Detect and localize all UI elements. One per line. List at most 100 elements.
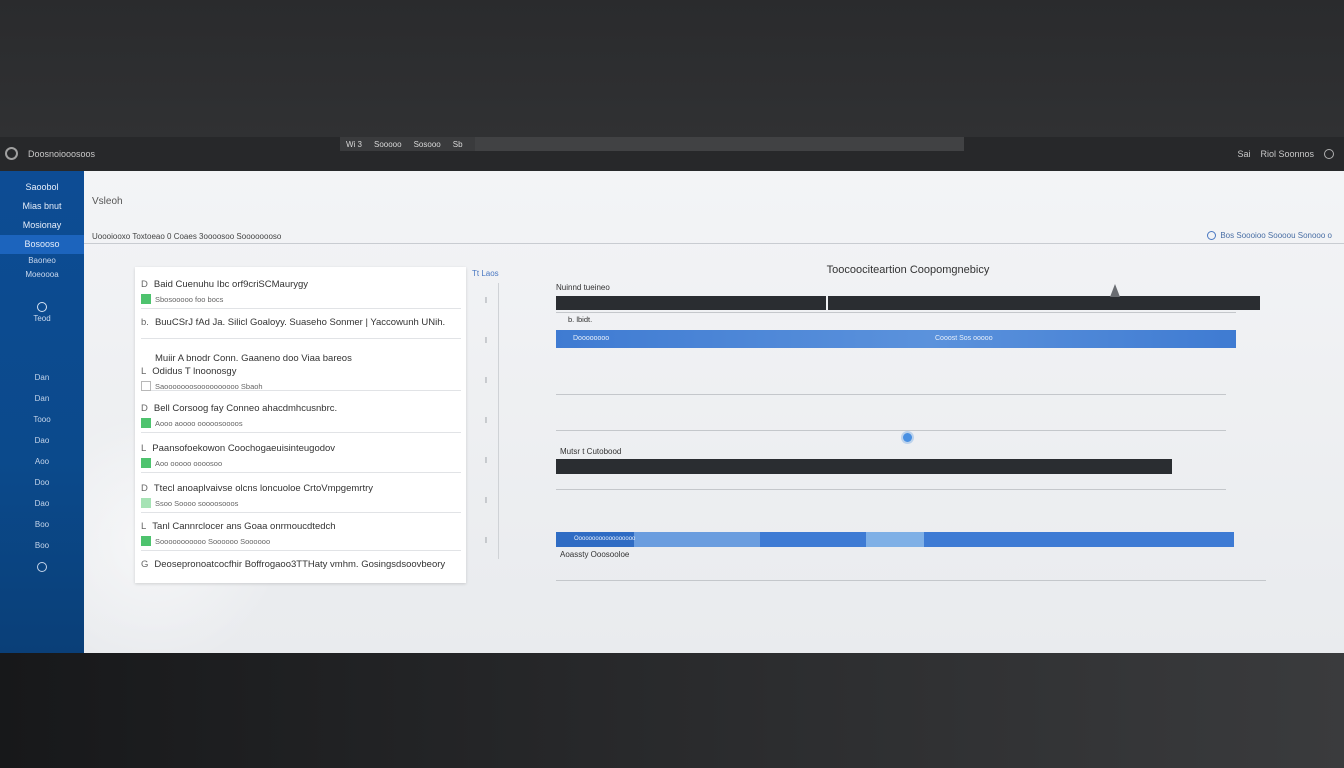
radio-icon[interactable] [1207, 231, 1217, 240]
row-glyph: D [141, 403, 148, 414]
tab-3[interactable]: Sosooo [414, 140, 441, 149]
sidebar-mini-list: Dan Dan Tooo Dao Aoo Doo Dao Boo Boo [0, 367, 84, 556]
sidebar-mini-item[interactable]: Dan [0, 367, 84, 388]
list-item-title: Tanl Cannrclocer ans Goaa onrmoucdtedch [152, 521, 336, 532]
sidebar-mini-item[interactable]: Boo [0, 514, 84, 535]
window-title: Doosnoiooosoos [28, 149, 96, 159]
row-glyph: G [141, 559, 149, 570]
window-control-1[interactable]: Sai [1237, 149, 1250, 159]
list-header-link[interactable]: Tt Laos [472, 269, 499, 278]
filter-option[interactable]: Bos Soooioo Soooou Sonooo o [1207, 231, 1332, 240]
filter-option-label: Bos Soooioo Soooou Sonooo o [1220, 231, 1332, 240]
results-list: D Baid Cuenuhu Ibc orf9criSCMaurygy Sboso… [135, 267, 466, 583]
sidebar-mini-item[interactable]: Doo [0, 472, 84, 493]
status-checkbox[interactable] [141, 294, 151, 304]
desktop-background-bottom [0, 653, 1344, 768]
playhead-marker-icon[interactable] [1110, 284, 1120, 297]
row-glyph: L [141, 366, 147, 377]
selection-dot-icon[interactable] [903, 433, 912, 442]
panel-separator [498, 283, 499, 559]
sidebar: Saoobol Mias bnut Mosionay Bosooso Baone… [0, 171, 84, 653]
grid-line [556, 430, 1226, 431]
timeline-segment-2[interactable] [634, 532, 760, 547]
compass-label: Teod [33, 314, 51, 323]
list-item-subtitle: Sooooooooooo Soooooo Soooooo [155, 536, 271, 546]
row-glyph: L [141, 443, 147, 454]
list-item[interactable]: D Bell Corsoog fay Conneo ahacdmhcusnbrc.… [141, 403, 461, 433]
sidebar-item-2[interactable]: Mias bnut [0, 197, 84, 216]
app-logo-icon [5, 147, 18, 160]
list-item[interactable]: b. BuuCSrJ fAd Ja. Silicl Goaloyy. Suaseh… [141, 317, 461, 339]
status-checkbox[interactable] [141, 381, 151, 391]
address-bar[interactable] [474, 137, 964, 151]
header-divider [84, 243, 1344, 244]
breadcrumb[interactable]: Uoooiooxo Toxtoeao 0 Coaes 3oooosoo Sooo… [92, 232, 281, 241]
row-glyph: b. [141, 317, 149, 328]
timeline-bar-dark-3[interactable] [556, 459, 1172, 474]
settings-icon[interactable] [1324, 149, 1334, 159]
bar-label-left: Doooooooo [573, 335, 610, 342]
sidebar-mini-item[interactable]: Dao [0, 430, 84, 451]
row-marker: I [484, 456, 488, 465]
list-item-subtitle: Sbosooooo foo bocs [155, 294, 224, 304]
list-item-subtitle: Saooooooosoooooooooo Sbaoh [155, 381, 263, 391]
list-item-subtitle: Ssoo Soooo soooosooos [155, 498, 239, 508]
sidebar-mini-item[interactable]: Dao [0, 493, 84, 514]
list-item[interactable]: L Paansofoekowon Coochogaeuisinteugodov A… [141, 443, 461, 473]
tab-4[interactable]: Sb [453, 140, 463, 149]
track-label-4: Aoassty Ooosooloe [560, 550, 630, 559]
tab-1[interactable]: Wi 3 [346, 140, 362, 149]
row-marker: I [484, 336, 488, 345]
list-item-title: Baid Cuenuhu Ibc orf9criSCMaurygy [153, 279, 309, 290]
window-titlebar: Doosnoiooosoos Wi 3 Sooooo Sosooo Sb Sai… [0, 137, 1344, 171]
grid-line [556, 394, 1226, 395]
grid-line [556, 580, 1266, 581]
status-checkbox[interactable] [141, 418, 151, 428]
list-item-subtitle: Aooo aoooo ooooosoooos [155, 418, 243, 428]
compass-icon[interactable] [37, 302, 47, 312]
desktop-background-top [0, 0, 1344, 137]
row-marker: I [484, 536, 488, 545]
list-item[interactable]: L Tanl Cannrclocer ans Goaa onrmoucdtedch… [141, 521, 461, 551]
list-item-title-secondary: Odidus T lnoonosgy [152, 366, 237, 377]
sidebar-mini-item[interactable]: Dan [0, 388, 84, 409]
sidebar-item-active[interactable]: Bosooso [0, 235, 84, 254]
status-checkbox[interactable] [141, 458, 151, 468]
page-title: Vsleoh [92, 196, 123, 207]
sidebar-subitem-2[interactable]: Moeoooa [0, 268, 84, 282]
timeline-bar-dark-1[interactable] [556, 296, 826, 310]
status-checkbox[interactable] [141, 498, 151, 508]
list-item-title: Muiir A bnodr Conn. Gaaneno doo Viaa bar… [155, 353, 352, 364]
sidebar-item-1[interactable]: Saoobol [0, 178, 84, 197]
list-item-title: Deosepronoatcocfhir Boffrogaoo3TTHaty vm… [154, 559, 446, 570]
timeline-bar-dark-2[interactable] [828, 296, 1260, 310]
sidebar-mini-item[interactable]: Tooo [0, 409, 84, 430]
search-icon[interactable] [37, 562, 47, 572]
track-label-3: Mutsr t Cutobood [560, 447, 622, 456]
list-item[interactable]: D Baid Cuenuhu Ibc orf9criSCMaurygy Sboso… [141, 279, 461, 309]
row-marker: I [484, 296, 488, 305]
account-menu[interactable]: Riol Soonnos [1260, 149, 1314, 159]
sidebar-mini-item[interactable]: Aoo [0, 451, 84, 472]
sidebar-item-3[interactable]: Mosionay [0, 216, 84, 235]
row-glyph: D [141, 279, 148, 290]
sidebar-subitem-1[interactable]: Baoneo [0, 254, 84, 268]
list-item[interactable]: D Ttecl anoaplvaivse olcns loncuoloe Crto… [141, 483, 461, 513]
tab-2[interactable]: Sooooo [374, 140, 402, 149]
list-item[interactable]: G Deosepronoatcocfhir Boffrogaoo3TTHaty v… [141, 559, 461, 579]
row-marker: I [484, 416, 488, 425]
list-item-subtitle: Aoo ooooo oooosoo [155, 458, 223, 468]
bar-label-bottom: Oooooooooooooooooo [574, 536, 636, 542]
timeline-segment-highlight[interactable] [866, 532, 924, 547]
list-item[interactable]: Muiir A bnodr Conn. Gaaneno doo Viaa bar… [141, 353, 461, 391]
tab-strip: Wi 3 Sooooo Sosooo Sb [340, 137, 964, 151]
list-item-title: Paansofoekowon Coochogaeuisinteugodov [152, 443, 336, 454]
list-item-title: Bell Corsoog fay Conneo ahacdmhcusnbrc. [153, 403, 338, 414]
status-checkbox[interactable] [141, 536, 151, 546]
sidebar-mini-item[interactable]: Boo [0, 535, 84, 556]
timeline-bar-blue-1[interactable] [556, 330, 1236, 348]
track-label-1: Nuinnd tueineo [556, 283, 610, 292]
row-glyph: L [141, 521, 147, 532]
row-marker: I [484, 376, 488, 385]
main-content: Vsleoh Uoooiooxo Toxtoeao 0 Coaes 3oooos… [84, 171, 1344, 653]
